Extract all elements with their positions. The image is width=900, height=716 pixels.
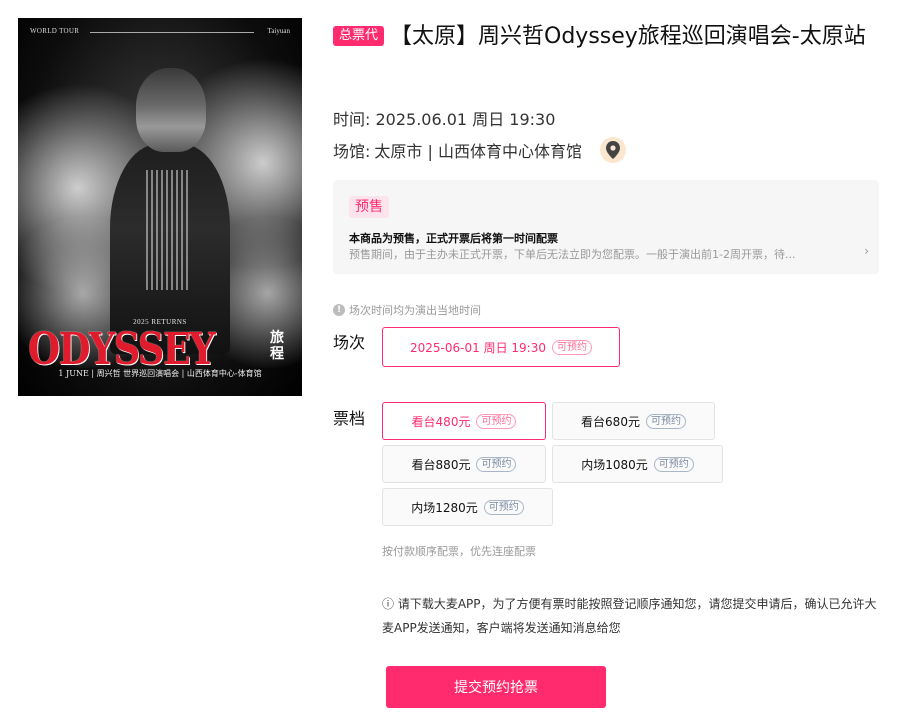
session-option-text: 2025-06-01 周日 19:30 bbox=[410, 340, 546, 355]
info-icon: ! bbox=[333, 304, 345, 316]
tier-option-text: 内场1080元 bbox=[581, 457, 648, 472]
time-label: 时间: bbox=[333, 110, 371, 129]
tier-option[interactable]: 内场1280元 可预约 bbox=[382, 488, 553, 526]
availability-tag: 可预约 bbox=[476, 413, 517, 429]
poster-world-tour: WORLD TOUR bbox=[30, 27, 80, 35]
agent-badge: 总票代 bbox=[333, 26, 385, 46]
poster-headline: ODYSSEY bbox=[28, 324, 216, 375]
poster-city: Taiyuan bbox=[267, 27, 290, 35]
session-label: 场次 bbox=[333, 333, 366, 352]
tier-option[interactable]: 看台880元 可预约 bbox=[382, 445, 546, 483]
poster-headline-cn: 旅程 bbox=[270, 330, 284, 362]
tier-option-text: 看台880元 bbox=[411, 457, 471, 472]
tier-label: 票档 bbox=[333, 409, 366, 428]
event-venue: 场馆: 太原市 | 山西体育中心体育馆 bbox=[333, 137, 626, 163]
tier-option-text: 看台480元 bbox=[411, 414, 471, 429]
poster-figure-head bbox=[136, 68, 206, 152]
map-pin-icon[interactable] bbox=[599, 137, 626, 163]
venue-label: 场馆: bbox=[333, 142, 371, 161]
tier-option[interactable]: 看台680元 可预约 bbox=[552, 402, 715, 440]
availability-tag: 可预约 bbox=[645, 413, 686, 429]
poster-info-line: 1 JUNE | 周兴哲 世界巡回演唱会 | 山西体育中心-体育馆 bbox=[58, 369, 262, 378]
presale-notice[interactable]: 预售 本商品为预售，正式开票后将第一时间配票 预售期间，由于主办未正式开票，下单… bbox=[333, 180, 879, 274]
page-title: 总票代 【太原】周兴哲Odyssey旅程巡回演唱会-太原站 bbox=[333, 20, 883, 54]
presale-description: 预售期间，由于主办未正式开票，下单后无法立即为您配票。一般于演出前1-2周开票，… bbox=[349, 248, 796, 261]
presale-tag: 预售 bbox=[349, 196, 389, 218]
tier-option[interactable]: 内场1080元 可预约 bbox=[552, 445, 723, 483]
chevron-right-icon[interactable]: › bbox=[864, 244, 869, 258]
tier-option-text: 看台680元 bbox=[581, 414, 640, 429]
tier-option[interactable]: 看台480元 可预约 bbox=[382, 402, 546, 440]
presale-title: 本商品为预售，正式开票后将第一时间配票 bbox=[349, 232, 558, 245]
app-notification-note: ⓘ 请下载大麦APP，为了方便有票时能按照登记顺序通知您，请您提交申请后，确认已… bbox=[382, 597, 877, 635]
timezone-note-text: 场次时间均为演出当地时间 bbox=[349, 304, 481, 317]
tier-option-text: 内场1280元 bbox=[411, 500, 478, 515]
poster-divider bbox=[90, 32, 254, 33]
timezone-note: ! 场次时间均为演出当地时间 bbox=[333, 302, 481, 318]
event-time: 时间: 2025.06.01 周日 19:30 bbox=[333, 106, 555, 130]
availability-tag: 可预约 bbox=[483, 499, 524, 515]
event-title: 【太原】周兴哲Odyssey旅程巡回演唱会-太原站 bbox=[390, 24, 866, 49]
session-option[interactable]: 2025-06-01 周日 19:30 可预约 bbox=[382, 327, 620, 367]
submit-reservation-button[interactable]: 提交预约抢票 bbox=[386, 666, 606, 708]
availability-tag: 可预约 bbox=[476, 456, 517, 472]
availability-tag: 可预约 bbox=[653, 456, 694, 472]
time-value: 2025.06.01 周日 19:30 bbox=[375, 110, 556, 129]
seat-assignment-note: 按付款顺序配票，优先连座配票 bbox=[382, 545, 536, 558]
event-poster: WORLD TOUR Taiyuan 2025 RETURNS ODYSSEY … bbox=[18, 18, 302, 396]
poster-figure-fringe bbox=[146, 170, 190, 290]
venue-value: 太原市 | 山西体育中心体育馆 bbox=[374, 142, 582, 161]
availability-tag: 可预约 bbox=[551, 339, 592, 355]
